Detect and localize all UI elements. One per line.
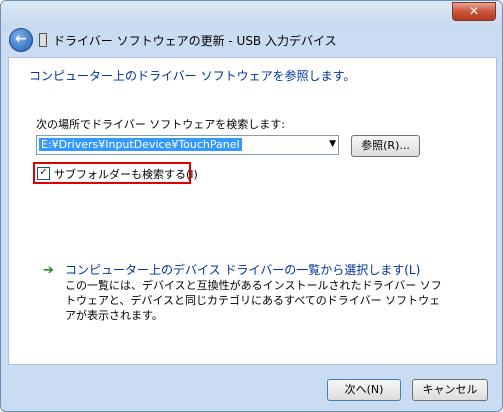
search-location-label: 次の場所でドライバー ソフトウェアを検索します: — [36, 118, 285, 131]
pick-from-list-description: この一覧には、デバイスと互換性があるインストールされたドライバー ソフトウェアと… — [65, 279, 442, 322]
dialog-title: ドライバー ソフトウェアの更新 - USB 入力デバイス — [53, 34, 337, 48]
dropdown-arrow-icon[interactable]: ▼ — [329, 139, 336, 149]
include-subfolders-checkbox[interactable]: ✓ — [37, 167, 50, 180]
dialog-window: ✕ ← ドライバー ソフトウェアの更新 - USB 入力デバイス コンピューター… — [0, 0, 503, 412]
green-arrow-icon: ➔ — [43, 263, 54, 278]
back-button[interactable]: ← — [9, 28, 33, 52]
include-subfolders-label[interactable]: サブフォルダーも検索する(I) — [54, 166, 198, 182]
page-heading: コンピューター上のドライバー ソフトウェアを参照します。 — [29, 69, 356, 83]
next-button[interactable]: 次へ(N) — [327, 379, 401, 401]
close-button[interactable]: ✕ — [452, 2, 496, 21]
browse-button[interactable]: 参照(R)... — [351, 135, 420, 157]
pick-from-list-link[interactable]: コンピューター上のデバイス ドライバーの一覧から選択します(L) — [65, 261, 420, 278]
navigation-bar: ← ドライバー ソフトウェアの更新 - USB 入力デバイス — [1, 23, 502, 57]
path-combobox[interactable]: E:¥Drivers¥InputDevice¥TouchPanel ▼ — [36, 135, 339, 155]
path-value[interactable]: E:¥Drivers¥InputDevice¥TouchPanel — [39, 138, 242, 151]
usb-device-icon — [39, 33, 47, 47]
cancel-button[interactable]: キャンセル — [412, 379, 488, 401]
content-panel: コンピューター上のドライバー ソフトウェアを参照します。 次の場所でドライバー … — [8, 57, 497, 365]
